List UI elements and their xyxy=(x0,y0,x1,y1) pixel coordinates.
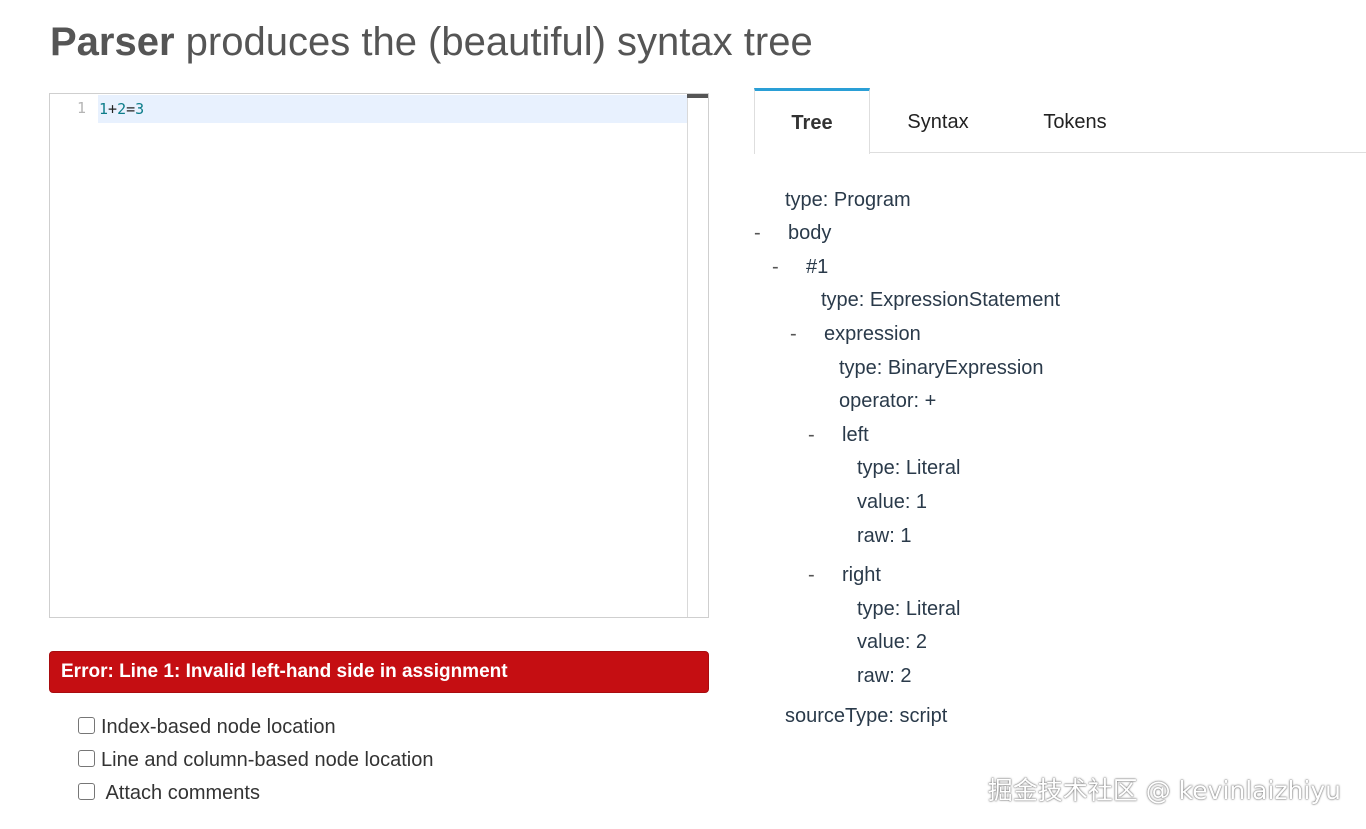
page-title: Parser produces the (beautiful) syntax t… xyxy=(50,16,813,68)
tree-node: sourceType: script xyxy=(785,705,948,727)
collapse-toggle[interactable]: - xyxy=(790,321,797,347)
tree-node: type: Literal xyxy=(857,598,961,620)
option-label: Line and column-based node location xyxy=(101,749,434,771)
tree-node[interactable]: #1 xyxy=(806,254,828,280)
tree-node: raw: 1 xyxy=(857,525,912,547)
code-editor[interactable]: 1 1+2=3 xyxy=(49,93,709,618)
tree-node[interactable]: left xyxy=(842,422,869,448)
tree-node: raw: 2 xyxy=(857,665,912,687)
active-line-highlight xyxy=(98,95,688,123)
option-attach-comments[interactable]: Attach comments xyxy=(78,781,260,805)
code-token: + xyxy=(108,100,118,118)
option-index-location[interactable]: Index-based node location xyxy=(78,715,336,739)
collapse-toggle[interactable]: - xyxy=(808,562,815,588)
index-location-checkbox[interactable] xyxy=(78,717,95,734)
tree-node: value: 2 xyxy=(857,631,928,653)
collapse-toggle[interactable]: - xyxy=(808,422,815,448)
tree-node: type: BinaryExpression xyxy=(839,357,1044,379)
tab-syntax[interactable]: Syntax xyxy=(890,88,986,153)
line-column-checkbox[interactable] xyxy=(78,750,95,767)
code-token: 2 xyxy=(117,100,127,118)
collapse-toggle[interactable]: - xyxy=(754,220,761,246)
tree-node[interactable]: expression xyxy=(824,321,921,347)
code-line[interactable]: 1+2=3 xyxy=(99,99,144,119)
tree-node[interactable]: body xyxy=(788,220,831,246)
tree-node: type: ExpressionStatement xyxy=(821,289,1061,311)
line-number: 1 xyxy=(76,99,86,117)
code-token: 1 xyxy=(99,100,109,118)
page: Parser produces the (beautiful) syntax t… xyxy=(0,0,1366,829)
editor-scrollbar-thumb[interactable] xyxy=(687,94,708,98)
editor-scrollbar[interactable] xyxy=(687,94,708,617)
option-line-column-location[interactable]: Line and column-based node location xyxy=(78,748,433,772)
option-label: Attach comments xyxy=(101,782,260,804)
watermark: 掘金技术社区 @ kevinlaizhiyu xyxy=(987,776,1341,805)
tab-tree[interactable]: Tree xyxy=(754,88,870,154)
error-message: Error: Line 1: Invalid left-hand side in… xyxy=(49,651,709,693)
code-token: = xyxy=(126,100,136,118)
option-label: Index-based node location xyxy=(101,716,336,738)
code-token: 3 xyxy=(135,100,145,118)
tree-node[interactable]: right xyxy=(842,562,881,588)
tree-node: type: Program xyxy=(785,189,911,211)
page-title-bold: Parser xyxy=(50,20,175,64)
attach-comments-checkbox[interactable] xyxy=(78,783,95,800)
output-tabs: Tree Syntax Tokens xyxy=(754,88,1366,154)
tree-node: type: Literal xyxy=(857,457,961,479)
page-title-rest: produces the (beautiful) syntax tree xyxy=(174,20,813,64)
tree-node: operator: + xyxy=(839,390,937,412)
tab-tokens[interactable]: Tokens xyxy=(1028,88,1122,153)
collapse-toggle[interactable]: - xyxy=(772,254,779,280)
tree-node: value: 1 xyxy=(857,491,928,513)
